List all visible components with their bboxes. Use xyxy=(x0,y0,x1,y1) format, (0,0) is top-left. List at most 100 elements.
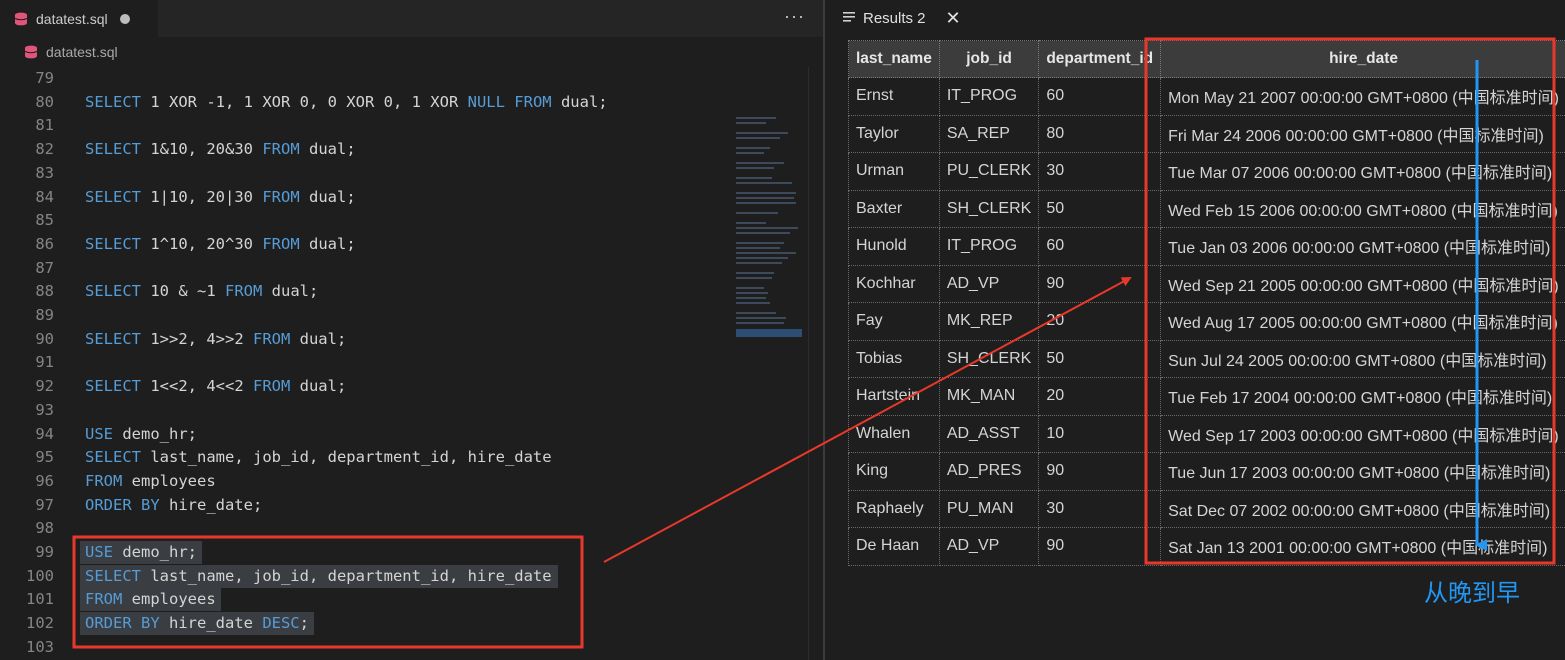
results-tab[interactable]: Results 2 ✕ xyxy=(825,0,973,37)
code-line[interactable]: 80 SELECT 1 XOR -1, 1 XOR 0, 0 XOR 0, 1 X… xyxy=(0,91,728,114)
table-cell-last-name[interactable]: Hunold xyxy=(848,227,940,266)
code-area[interactable]: 79 80 SELECT 1 XOR -1, 1 XOR 0, 0 XOR 0, 1… xyxy=(0,67,728,660)
table-row[interactable]: Fay MK_REP 20 Wed Aug 17 2005 00:00:00 GMT+… xyxy=(848,302,1565,341)
table-cell-department-id[interactable]: 20 xyxy=(1038,377,1162,416)
table-cell-department-id[interactable]: 90 xyxy=(1038,527,1162,566)
table-cell-job-id[interactable]: AD_VP xyxy=(938,527,1040,566)
table-cell-department-id[interactable]: 80 xyxy=(1038,114,1162,153)
minimap[interactable] xyxy=(728,67,808,660)
table-cell-last-name[interactable]: Urman xyxy=(848,152,940,191)
column-header-job-id[interactable]: job_id xyxy=(938,40,1040,78)
code-line[interactable]: 88 SELECT 10 & ~1 FROM dual; xyxy=(0,280,728,303)
column-header-last-name[interactable]: last_name xyxy=(848,40,940,78)
table-row[interactable]: Kochhar AD_VP 90 Wed Sep 21 2005 00:00:00 G… xyxy=(848,264,1565,303)
table-row[interactable]: Raphaely PU_MAN 30 Sat Dec 07 2002 00:00:00… xyxy=(848,489,1565,528)
table-cell-last-name[interactable]: Hartstein xyxy=(848,377,940,416)
table-cell-last-name[interactable]: Tobias xyxy=(848,339,940,378)
code-line[interactable]: 101 FROM employees xyxy=(0,588,728,612)
table-cell-job-id[interactable]: SH_CLERK xyxy=(938,339,1040,378)
table-cell-job-id[interactable]: PU_MAN xyxy=(938,489,1040,528)
code-line[interactable]: 83 xyxy=(0,162,728,185)
code-line[interactable]: 99 USE demo_hr; xyxy=(0,541,728,564)
table-row[interactable]: Ernst IT_PROG 60 Mon May 21 2007 00:00:00 G… xyxy=(848,77,1565,116)
code-line[interactable]: 86 SELECT 1^10, 20^30 FROM dual; xyxy=(0,233,728,256)
editor-scrollbar[interactable] xyxy=(808,67,823,660)
table-row[interactable]: Hartstein MK_MAN 20 Tue Feb 17 2004 00:00:0… xyxy=(848,377,1565,416)
editor-tab-datatest[interactable]: datatest.sql xyxy=(0,0,158,37)
table-cell-job-id[interactable]: MK_REP xyxy=(938,302,1040,341)
table-cell-job-id[interactable]: AD_PRES xyxy=(938,452,1040,491)
table-cell-job-id[interactable]: IT_PROG xyxy=(938,77,1040,116)
table-cell-job-id[interactable]: AD_VP xyxy=(938,264,1040,303)
table-cell-hire-date[interactable]: Tue Mar 07 2006 00:00:00 GMT+0800 (中国标准时… xyxy=(1160,152,1565,191)
table-cell-job-id[interactable]: SA_REP xyxy=(938,114,1040,153)
code-line[interactable]: 89 xyxy=(0,304,728,327)
code-line[interactable]: 81 xyxy=(0,114,728,137)
code-line[interactable]: 100 SELECT last_name, job_id, department_… xyxy=(0,564,728,588)
table-cell-department-id[interactable]: 10 xyxy=(1038,414,1162,453)
table-row[interactable]: King AD_PRES 90 Tue Jun 17 2003 00:00:00 GM… xyxy=(848,452,1565,491)
table-cell-department-id[interactable]: 20 xyxy=(1038,302,1162,341)
table-cell-department-id[interactable]: 90 xyxy=(1038,452,1162,491)
code-line[interactable]: 103 xyxy=(0,636,728,659)
table-cell-hire-date[interactable]: Tue Jan 03 2006 00:00:00 GMT+0800 (中国标准时… xyxy=(1160,227,1565,266)
code-line[interactable]: 97 ORDER BY hire_date; xyxy=(0,494,728,517)
unsaved-dot-icon[interactable] xyxy=(119,13,130,24)
table-cell-hire-date[interactable]: Fri Mar 24 2006 00:00:00 GMT+0800 (中国标准时… xyxy=(1160,114,1565,153)
code-line[interactable]: 95 SELECT last_name, job_id, department_i… xyxy=(0,446,728,469)
table-cell-department-id[interactable]: 60 xyxy=(1038,77,1162,116)
code-line[interactable]: 93 xyxy=(0,399,728,422)
table-cell-job-id[interactable]: AD_ASST xyxy=(938,414,1040,453)
table-cell-last-name[interactable]: Taylor xyxy=(848,114,940,153)
table-cell-hire-date[interactable]: Wed Feb 15 2006 00:00:00 GMT+0800 (中国标准时… xyxy=(1160,189,1565,228)
table-row[interactable]: Hunold IT_PROG 60 Tue Jan 03 2006 00:00:00 … xyxy=(848,227,1565,266)
code-line[interactable]: 102 ORDER BY hire_date DESC; xyxy=(0,612,728,636)
table-cell-last-name[interactable]: Ernst xyxy=(848,77,940,116)
table-cell-department-id[interactable]: 60 xyxy=(1038,227,1162,266)
code-line[interactable]: 84 SELECT 1|10, 20|30 FROM dual; xyxy=(0,186,728,209)
breadcrumb-file-label[interactable]: datatest.sql xyxy=(46,44,118,60)
table-cell-last-name[interactable]: De Haan xyxy=(848,527,940,566)
code-line[interactable]: 87 xyxy=(0,257,728,280)
table-cell-department-id[interactable]: 50 xyxy=(1038,189,1162,228)
table-cell-hire-date[interactable]: Sat Jan 13 2001 00:00:00 GMT+0800 (中国标准时… xyxy=(1160,527,1565,566)
table-cell-hire-date[interactable]: Sat Dec 07 2002 00:00:00 GMT+0800 (中国标准时… xyxy=(1160,489,1565,528)
table-cell-department-id[interactable]: 90 xyxy=(1038,264,1162,303)
table-cell-hire-date[interactable]: Tue Jun 17 2003 00:00:00 GMT+0800 (中国标准时… xyxy=(1160,452,1565,491)
code-line[interactable]: 79 xyxy=(0,67,728,90)
code-line[interactable]: 91 xyxy=(0,351,728,374)
table-row[interactable]: Whalen AD_ASST 10 Wed Sep 17 2003 00:00:00 … xyxy=(848,414,1565,453)
table-cell-last-name[interactable]: Fay xyxy=(848,302,940,341)
table-row[interactable]: Tobias SH_CLERK 50 Sun Jul 24 2005 00:00:00… xyxy=(848,339,1565,378)
table-cell-last-name[interactable]: Baxter xyxy=(848,189,940,228)
table-cell-department-id[interactable]: 30 xyxy=(1038,152,1162,191)
table-cell-hire-date[interactable]: Wed Sep 21 2005 00:00:00 GMT+0800 (中国标准时… xyxy=(1160,264,1565,303)
code-line[interactable]: 96 FROM employees xyxy=(0,470,728,493)
table-cell-hire-date[interactable]: Wed Sep 17 2003 00:00:00 GMT+0800 (中国标准时… xyxy=(1160,414,1565,453)
code-line[interactable]: 82 SELECT 1&10, 20&30 FROM dual; xyxy=(0,138,728,161)
code-line[interactable]: 98 xyxy=(0,517,728,540)
table-cell-last-name[interactable]: Raphaely xyxy=(848,489,940,528)
table-cell-hire-date[interactable]: Wed Aug 17 2005 00:00:00 GMT+0800 (中国标准时… xyxy=(1160,302,1565,341)
column-header-hire-date[interactable]: hire_date xyxy=(1160,40,1565,78)
table-cell-hire-date[interactable]: Sun Jul 24 2005 00:00:00 GMT+0800 (中国标准时… xyxy=(1160,339,1565,378)
table-cell-last-name[interactable]: Whalen xyxy=(848,414,940,453)
column-header-department-id[interactable]: department_id xyxy=(1038,40,1162,78)
code-line[interactable]: 90 SELECT 1>>2, 4>>2 FROM dual; xyxy=(0,328,728,351)
table-cell-last-name[interactable]: Kochhar xyxy=(848,264,940,303)
table-cell-department-id[interactable]: 30 xyxy=(1038,489,1162,528)
table-row[interactable]: Urman PU_CLERK 30 Tue Mar 07 2006 00:00:00 … xyxy=(848,152,1565,191)
more-actions-icon[interactable]: ··· xyxy=(784,6,805,27)
code-line[interactable]: 85 xyxy=(0,209,728,232)
table-cell-job-id[interactable]: SH_CLERK xyxy=(938,189,1040,228)
table-cell-hire-date[interactable]: Mon May 21 2007 00:00:00 GMT+0800 (中国标准时… xyxy=(1160,77,1565,116)
code-line[interactable]: 92 SELECT 1<<2, 4<<2 FROM dual; xyxy=(0,375,728,398)
table-cell-job-id[interactable]: IT_PROG xyxy=(938,227,1040,266)
table-row[interactable]: Taylor SA_REP 80 Fri Mar 24 2006 00:00:00 G… xyxy=(848,114,1565,153)
table-cell-job-id[interactable]: PU_CLERK xyxy=(938,152,1040,191)
table-cell-last-name[interactable]: King xyxy=(848,452,940,491)
table-row[interactable]: Baxter SH_CLERK 50 Wed Feb 15 2006 00:00:00… xyxy=(848,189,1565,228)
code-line[interactable]: 94 USE demo_hr; xyxy=(0,423,728,446)
table-cell-job-id[interactable]: MK_MAN xyxy=(938,377,1040,416)
table-cell-hire-date[interactable]: Tue Feb 17 2004 00:00:00 GMT+0800 (中国标准时… xyxy=(1160,377,1565,416)
